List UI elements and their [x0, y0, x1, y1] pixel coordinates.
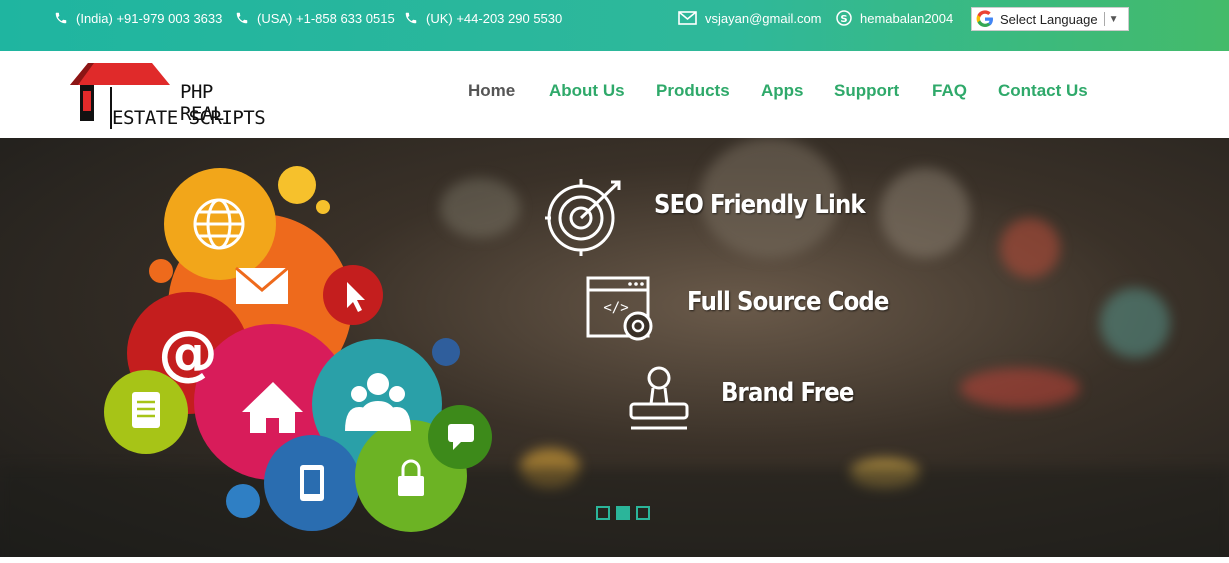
site-header: PHP REAL ESTATE SCRIPTS Home About Us Pr… [0, 51, 1229, 138]
email-text: vsjayan@gmail.com [705, 10, 822, 26]
bokeh-light [1100, 288, 1170, 358]
tablet-icon [300, 465, 324, 501]
document-icon [132, 392, 160, 428]
slider-dot[interactable] [596, 506, 610, 520]
slider-dot[interactable] [636, 506, 650, 520]
target-icon [545, 179, 621, 256]
phone-usa[interactable]: (USA) +1-858 633 0515 [235, 0, 395, 36]
dropdown-arrow-icon: ▼ [1108, 13, 1119, 25]
phone-uk-text: (UK) +44-203 290 5530 [426, 10, 563, 26]
stamp-icon [629, 366, 689, 430]
bokeh-light [960, 368, 1080, 408]
divider [1103, 12, 1105, 26]
slider-dot-active[interactable] [616, 506, 630, 520]
envelope-icon [235, 266, 289, 304]
nav-contact-us[interactable]: Contact Us [998, 81, 1088, 101]
skype-link[interactable]: S hemabalan2004 [836, 0, 953, 36]
skype-text: hemabalan2004 [860, 10, 954, 26]
social-icons-illustration: @ [104, 166, 492, 532]
nav-home[interactable]: Home [468, 81, 515, 101]
google-icon [976, 10, 993, 27]
logo[interactable]: PHP REAL ESTATE SCRIPTS [66, 61, 266, 131]
phone-uk[interactable]: (UK) +44-203 290 5530 [404, 0, 562, 36]
phone-india[interactable]: (India) +91-979 003 3633 [54, 0, 222, 36]
nav-products[interactable]: Products [656, 81, 730, 101]
phone-usa-text: (USA) +1-858 633 0515 [257, 10, 395, 26]
phone-icon [55, 12, 67, 24]
phone-india-text: (India) +91-979 003 3633 [76, 10, 223, 26]
feature-brand-free-label: Brand Free [721, 378, 854, 408]
svg-text:</>: </> [603, 300, 628, 316]
top-contact-bar: (India) +91-979 003 3633 (USA) +1-858 63… [0, 0, 1229, 51]
hero-slider: @ SEO Friendly Link </> Full Source Code… [0, 138, 1229, 557]
nav-support[interactable]: Support [834, 81, 899, 101]
feature-source-code-label: Full Source Code [687, 287, 889, 317]
nav-about-us[interactable]: About Us [549, 81, 625, 101]
code-window-icon: </> [586, 276, 653, 341]
logo-line2: ESTATE SCRIPTS [112, 107, 266, 129]
language-label: Select Language [1000, 11, 1098, 27]
envelope-icon [678, 11, 697, 25]
phone-icon [405, 12, 417, 24]
feature-seo-label: SEO Friendly Link [654, 190, 866, 220]
nav-apps[interactable]: Apps [761, 81, 804, 101]
bokeh-light [1000, 218, 1060, 278]
bokeh-light [880, 168, 970, 258]
nav-faq[interactable]: FAQ [932, 81, 967, 101]
at-icon: @ [158, 318, 218, 388]
language-select[interactable]: Select Language ▼ [971, 7, 1129, 31]
slider-pagination [596, 506, 650, 520]
phone-icon [236, 12, 248, 24]
svg-text:S: S [840, 14, 847, 25]
email-link[interactable]: vsjayan@gmail.com [678, 0, 822, 36]
skype-icon: S [836, 10, 852, 26]
